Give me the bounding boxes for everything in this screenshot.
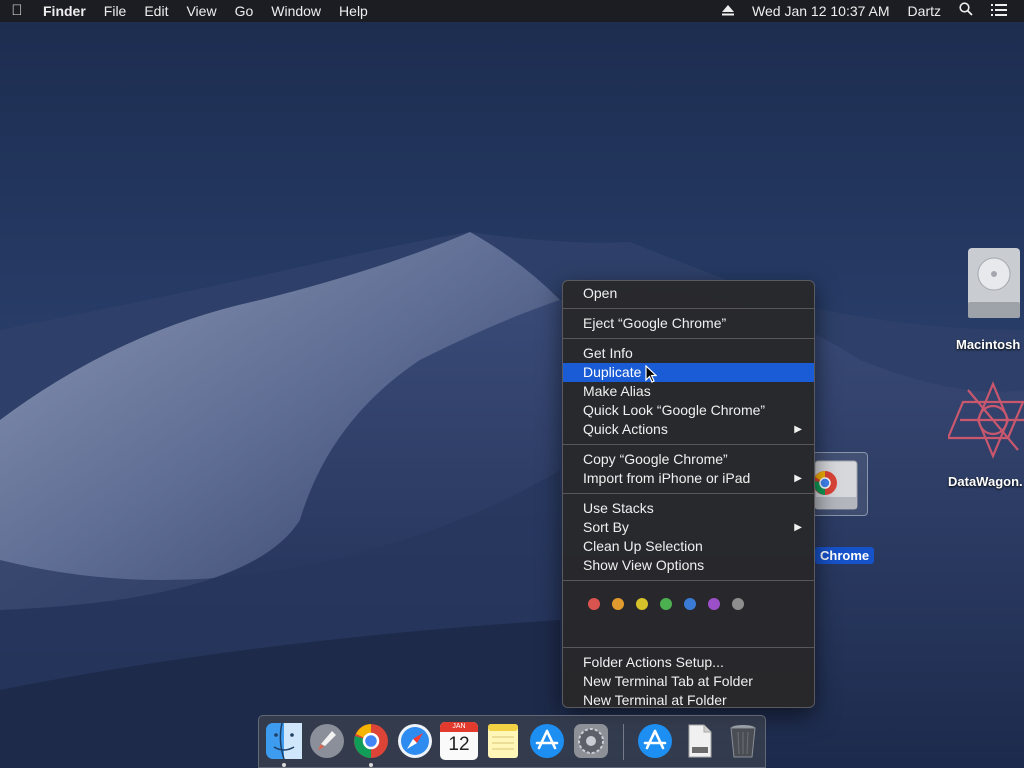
desert-dunes-graphic <box>0 232 1024 768</box>
menu-item-sort-by[interactable]: Sort By ▶ <box>563 518 814 537</box>
menu-finder[interactable]: Finder <box>34 0 95 22</box>
menu-go[interactable]: Go <box>226 0 263 22</box>
trash-icon[interactable] <box>724 722 762 760</box>
menu-item-new-terminal[interactable]: New Terminal at Folder <box>563 691 814 710</box>
desktop-wallpaper <box>0 0 1024 768</box>
menu-item-get-info[interactable]: Get Info <box>563 344 814 363</box>
running-indicator <box>282 763 286 767</box>
calendar-month: JAN <box>440 722 478 732</box>
menu-view[interactable]: View <box>177 0 225 22</box>
desktop-icon-chrome-label[interactable]: Chrome <box>815 547 875 564</box>
menu-window[interactable]: Window <box>262 0 330 22</box>
app-store-download-icon[interactable] <box>636 722 674 760</box>
menu-separator <box>563 338 814 339</box>
menu-item-show-view-options[interactable]: Show View Options <box>563 556 814 575</box>
dock: JAN 12 <box>258 715 766 768</box>
tag-orange[interactable] <box>612 598 624 610</box>
user-name[interactable]: Dartz <box>899 0 950 22</box>
list-icon[interactable] <box>982 0 1016 22</box>
menu-file[interactable]: File <box>95 0 136 22</box>
safari-icon[interactable] <box>396 722 434 760</box>
calendar-day: 12 <box>448 734 470 755</box>
menu-help[interactable]: Help <box>330 0 377 22</box>
search-icon[interactable] <box>950 0 982 22</box>
datawagon-icon <box>946 381 1024 459</box>
desktop-icon-datawagon-label: DataWagon. <box>948 474 1023 489</box>
menu-item-use-stacks[interactable]: Use Stacks <box>563 499 814 518</box>
menu-item-clean-up[interactable]: Clean Up Selection <box>563 537 814 556</box>
menu-spacer <box>563 622 814 642</box>
dock-divider <box>623 724 624 760</box>
menu-separator <box>563 580 814 581</box>
menu-bar-extras: Wed Jan 12 10:37 AM Dartz <box>713 0 1024 22</box>
menu-edit[interactable]: Edit <box>135 0 177 22</box>
system-preferences-icon[interactable] <box>572 722 610 760</box>
desktop-icon-datawagon[interactable]: DataWagon. <box>946 380 1024 489</box>
menu-item-eject[interactable]: Eject “Google Chrome” <box>563 314 814 333</box>
submenu-arrow-icon: ▶ <box>794 473 802 484</box>
menu-separator <box>563 308 814 309</box>
menu-item-import[interactable]: Import from iPhone or iPad ▶ <box>563 469 814 488</box>
tag-purple[interactable] <box>708 598 720 610</box>
tag-blue[interactable] <box>684 598 696 610</box>
context-menu: Open Eject “Google Chrome” Get Info Dupl… <box>562 280 815 708</box>
menu-item-duplicate[interactable]: Duplicate <box>563 363 814 382</box>
menu-separator <box>563 444 814 445</box>
chrome-disk-icon <box>813 460 858 510</box>
menu-item-copy[interactable]: Copy “Google Chrome” <box>563 450 814 469</box>
menu-item-new-terminal-tab[interactable]: New Terminal Tab at Folder <box>563 672 814 691</box>
desktop-icon-chrome[interactable] <box>810 452 868 516</box>
menu-item-folder-actions[interactable]: Folder Actions Setup... <box>563 653 814 672</box>
submenu-arrow-icon: ▶ <box>794 522 802 533</box>
apple-icon[interactable]:  <box>0 0 34 22</box>
tag-gray[interactable] <box>732 598 744 610</box>
app-store-icon[interactable] <box>528 722 566 760</box>
menu-separator <box>563 647 814 648</box>
tag-color-row <box>563 586 814 622</box>
launchpad-icon[interactable] <box>308 722 346 760</box>
menu-separator <box>563 493 814 494</box>
notes-icon[interactable] <box>484 722 522 760</box>
menu-item-import-label: Import from iPhone or iPad <box>583 470 751 486</box>
submenu-arrow-icon: ▶ <box>794 424 802 435</box>
menu-item-sort-by-label: Sort By <box>583 519 629 535</box>
tag-green[interactable] <box>660 598 672 610</box>
clock[interactable]: Wed Jan 12 10:37 AM <box>743 0 899 22</box>
menu-item-open[interactable]: Open <box>563 284 814 303</box>
finder-icon[interactable] <box>265 722 303 760</box>
menu-item-quick-actions-label: Quick Actions <box>583 421 668 437</box>
tag-red[interactable] <box>588 598 600 610</box>
desktop-icon-macintosh-label: Macintosh <box>956 337 1021 352</box>
document-icon[interactable] <box>680 722 718 760</box>
menu-item-quick-look[interactable]: Quick Look “Google Chrome” <box>563 401 814 420</box>
chrome-icon[interactable] <box>352 722 390 760</box>
menu-item-quick-actions[interactable]: Quick Actions ▶ <box>563 420 814 439</box>
hard-drive-icon <box>968 248 1020 318</box>
menu-item-make-alias[interactable]: Make Alias <box>563 382 814 401</box>
calendar-icon[interactable]: JAN 12 <box>440 722 478 760</box>
eject-icon[interactable] <box>713 0 743 22</box>
mouse-pointer-icon <box>645 365 657 383</box>
tag-yellow[interactable] <box>636 598 648 610</box>
menu-bar:  Finder File Edit View Go Window Help W… <box>0 0 1024 22</box>
desktop-icon-macintosh[interactable]: Macintosh <box>956 244 1024 352</box>
running-indicator <box>369 763 373 767</box>
